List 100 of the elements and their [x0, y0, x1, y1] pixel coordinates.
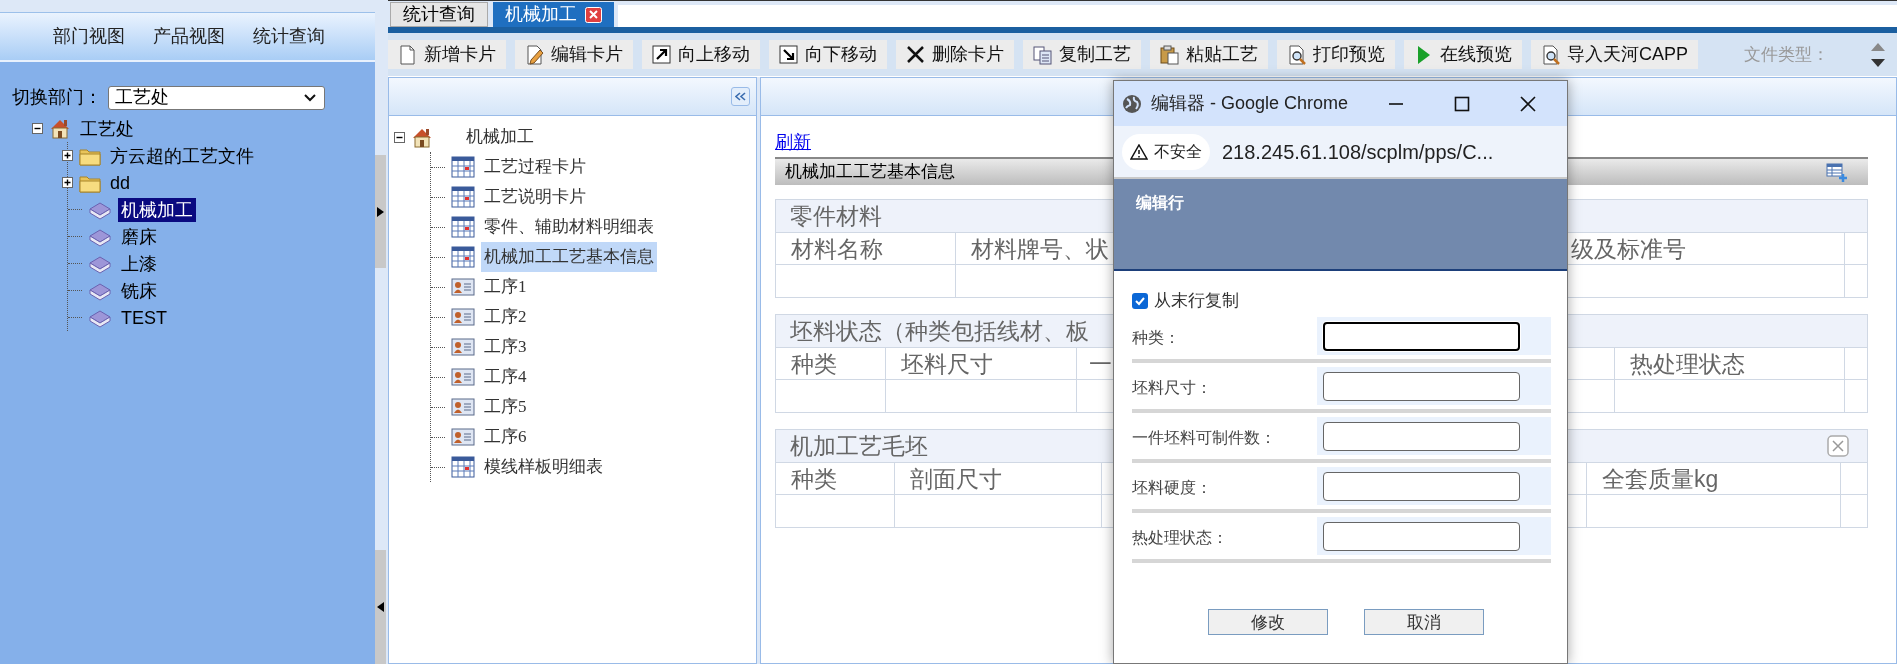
- arrow-down-right-icon: [779, 44, 798, 65]
- scroll-down-icon[interactable]: [1871, 58, 1885, 67]
- tree-item[interactable]: 工序6: [481, 422, 530, 452]
- add-table-icon[interactable]: [1826, 162, 1848, 182]
- tree-item[interactable]: 工序5: [481, 392, 530, 422]
- scroll-up-icon[interactable]: [1871, 42, 1885, 51]
- url-text[interactable]: 218.245.61.108/scplm/pps/C...: [1222, 136, 1494, 167]
- nav-tab[interactable]: 部门视图: [53, 23, 125, 50]
- id-card-icon: [451, 396, 475, 418]
- id-card-icon: [451, 336, 475, 358]
- toolbar-button[interactable]: 删除卡片: [896, 40, 1014, 69]
- expand-icon[interactable]: [62, 177, 73, 188]
- id-card-icon: [451, 306, 475, 328]
- tree-item[interactable]: 磨床: [118, 224, 160, 249]
- nav-tab[interactable]: 产品视图: [153, 23, 225, 50]
- input-field[interactable]: [1323, 421, 1520, 451]
- clipboard-icon: [1160, 44, 1179, 65]
- column-header: 热处理状态: [1630, 349, 1745, 379]
- close-icon[interactable]: [1520, 95, 1537, 112]
- table-title: 零件材料: [790, 202, 882, 231]
- dialog-button[interactable]: 修改: [1208, 609, 1328, 635]
- collapse-icon[interactable]: [32, 123, 43, 134]
- field-label: 坯料硬度：: [1132, 478, 1212, 498]
- tree-item[interactable]: 模线样板明细表: [481, 452, 606, 482]
- toolbar-button[interactable]: 编辑卡片: [515, 40, 633, 69]
- tree-item[interactable]: 机械加工工艺基本信息: [481, 242, 657, 272]
- copy-icon: [1033, 44, 1052, 65]
- refresh-link[interactable]: 刷新: [775, 130, 811, 154]
- toolbar-button[interactable]: 新增卡片: [388, 40, 506, 69]
- collapse-button[interactable]: [731, 87, 750, 106]
- tree-item[interactable]: 工序4: [481, 362, 530, 392]
- house-icon: [49, 118, 71, 139]
- splitter-handle[interactable]: [375, 550, 386, 664]
- collapse-left-icon: [377, 602, 384, 612]
- x-icon: [906, 44, 925, 65]
- calendar-icon: [451, 456, 475, 478]
- input-field[interactable]: [1323, 521, 1520, 551]
- field-label: 坯料尺寸：: [1132, 378, 1212, 398]
- id-card-icon: [451, 366, 475, 388]
- field-label: 一件坯料可制件数：: [1132, 428, 1276, 448]
- calendar-icon: [451, 186, 475, 208]
- tree-item[interactable]: 工序1: [481, 272, 530, 302]
- tree-item[interactable]: 工序3: [481, 332, 530, 362]
- column-header: 一: [1089, 349, 1112, 379]
- double-chevron-left-icon: [735, 92, 746, 101]
- input-field[interactable]: [1323, 471, 1520, 501]
- tree-item[interactable]: 机械加工: [118, 197, 196, 222]
- collapse-icon[interactable]: [394, 131, 405, 143]
- tab[interactable]: 机械加工: [493, 2, 614, 27]
- table-title: 坯料状态（种类包括线材、板: [790, 317, 1089, 346]
- tree-item[interactable]: 工艺过程卡片: [481, 152, 589, 182]
- arrow-up-right-icon: [652, 44, 671, 65]
- magnifier-page-icon: [1287, 44, 1306, 65]
- column-header: 全套质量kg: [1602, 464, 1719, 494]
- tree-item[interactable]: 工序2: [481, 302, 530, 332]
- calendar-icon: [451, 216, 475, 238]
- window-title: 编辑器 - Google Chrome: [1151, 92, 1349, 115]
- column-header: 坯料尺寸: [901, 349, 993, 379]
- tree-item[interactable]: 工艺处: [77, 116, 137, 141]
- column-header: 材料牌号、状: [971, 234, 1109, 264]
- field-label: 热处理状态：: [1132, 528, 1228, 548]
- file-type-label: 文件类型：: [1744, 43, 1830, 66]
- security-chip[interactable]: 不安全: [1122, 133, 1210, 170]
- warning-icon: [1130, 143, 1148, 160]
- tree-item[interactable]: 机械加工: [463, 122, 537, 152]
- toolbar-button[interactable]: 打印预览: [1277, 40, 1395, 69]
- tree-item[interactable]: 方云超的工艺文件: [107, 143, 257, 168]
- expand-icon[interactable]: [62, 150, 73, 161]
- toolbar-button[interactable]: 在线预览: [1404, 40, 1522, 69]
- check-icon: [1134, 295, 1146, 307]
- tab[interactable]: 统计查询: [390, 2, 488, 27]
- toolbar-button[interactable]: 向上移动: [642, 40, 760, 69]
- splitter-handle[interactable]: [375, 155, 386, 268]
- globe-icon: [1122, 93, 1142, 114]
- dialog-button[interactable]: 取消: [1364, 609, 1484, 635]
- id-card-icon: [451, 426, 475, 448]
- tree-item[interactable]: dd: [107, 170, 134, 195]
- department-label: 切换部门：: [12, 86, 102, 109]
- input-field[interactable]: [1323, 321, 1520, 351]
- maximize-icon[interactable]: [1454, 95, 1471, 112]
- toolbar-button[interactable]: 向下移动: [769, 40, 887, 69]
- column-header: 种类: [791, 464, 837, 494]
- tree-item[interactable]: 工艺说明卡片: [481, 182, 589, 212]
- toolbar-button[interactable]: 粘贴工艺: [1150, 40, 1268, 69]
- toolbar-button[interactable]: 导入天河CAPP: [1531, 40, 1699, 69]
- chevron-down-icon: [304, 93, 316, 102]
- tree-item[interactable]: 上漆: [118, 251, 160, 276]
- column-header: 剖面尺寸: [910, 464, 1002, 494]
- department-select[interactable]: 工艺处: [108, 85, 325, 110]
- pencil-page-icon: [525, 44, 544, 65]
- tree-item[interactable]: TEST: [118, 305, 170, 330]
- checkbox-label: 从末行复制: [1154, 290, 1239, 313]
- toolbar-button[interactable]: 复制工艺: [1023, 40, 1141, 69]
- column-header: 种类: [791, 349, 837, 379]
- nav-tab[interactable]: 统计查询: [253, 23, 325, 50]
- tree-item[interactable]: 铣床: [118, 278, 160, 303]
- checkbox[interactable]: [1132, 293, 1148, 309]
- house-icon: [411, 126, 433, 148]
- input-field[interactable]: [1323, 371, 1520, 401]
- tree-item[interactable]: 零件、辅助材料明细表: [481, 212, 657, 242]
